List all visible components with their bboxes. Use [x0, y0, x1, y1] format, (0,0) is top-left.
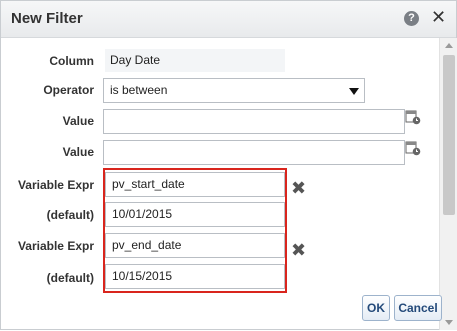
- variable-expr-label-1: Variable Expr: [17, 178, 94, 192]
- operator-selected-value: is between: [110, 83, 168, 97]
- help-icon[interactable]: ?: [404, 11, 419, 26]
- dialog-content: Column Day Date Operator is between Valu…: [1, 38, 439, 331]
- close-icon[interactable]: ✕: [431, 7, 446, 27]
- chevron-down-icon: [349, 88, 359, 95]
- scrollbar-thumb[interactable]: [443, 55, 455, 215]
- date-picker-icon-1[interactable]: [405, 109, 421, 125]
- column-label: Column: [49, 54, 94, 68]
- new-filter-dialog: New Filter ? ✕ Column Day Date Operator …: [0, 0, 457, 330]
- variable-expr-label-2: Variable Expr: [17, 239, 94, 253]
- cancel-button[interactable]: Cancel: [394, 295, 442, 321]
- date-picker-icon-2[interactable]: [405, 140, 421, 156]
- default-label-2: (default): [46, 271, 94, 285]
- value-label-1: Value: [62, 114, 94, 128]
- value-label-2: Value: [62, 145, 94, 159]
- operator-select[interactable]: is between: [103, 78, 365, 103]
- value-input-2[interactable]: [103, 140, 405, 165]
- column-value: Day Date: [105, 49, 285, 72]
- scroll-down-arrow-icon[interactable]: [445, 320, 453, 325]
- default-label-1: (default): [46, 208, 94, 222]
- remove-variable-icon-2[interactable]: ✖: [291, 241, 306, 259]
- remove-variable-icon-1[interactable]: ✖: [291, 179, 306, 197]
- operator-label: Operator: [43, 83, 94, 97]
- value-input-1[interactable]: [103, 109, 405, 134]
- scroll-up-arrow-icon[interactable]: [445, 43, 453, 48]
- highlight-box: [103, 168, 287, 293]
- ok-button[interactable]: OK: [362, 295, 390, 321]
- dialog-titlebar: New Filter ? ✕: [1, 1, 456, 38]
- dialog-title: New Filter: [11, 10, 83, 27]
- vertical-scrollbar[interactable]: [439, 38, 457, 330]
